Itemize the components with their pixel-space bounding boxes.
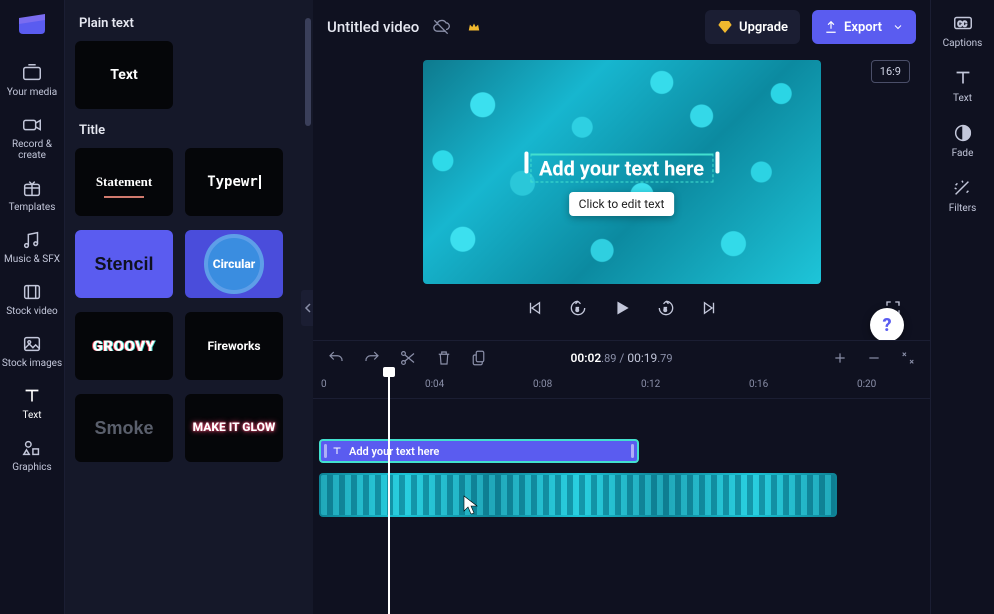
ruler-tick: 0:08: [533, 379, 552, 390]
nav-label: Stock images: [2, 358, 62, 369]
project-title[interactable]: Untitled video: [327, 18, 419, 36]
tool-label: Text: [953, 93, 972, 104]
tile-groovy[interactable]: GROOVY: [75, 312, 173, 380]
forward-5-icon[interactable]: 5: [656, 298, 676, 318]
play-icon[interactable]: [612, 298, 632, 318]
nav-label: Templates: [9, 202, 56, 213]
timecode-display: 00:02.89 / 00:19.79: [570, 351, 672, 365]
section-plain-text: Plain text: [79, 16, 303, 31]
diamond-icon: [717, 19, 733, 35]
help-icon: ?: [882, 315, 891, 336]
app-root: Your media Record & create Templates Mus…: [0, 0, 994, 614]
clip-handle-left[interactable]: [324, 444, 327, 458]
left-nav: Your media Record & create Templates Mus…: [0, 0, 65, 614]
right-tools: CC Captions Text Fade Filters: [930, 0, 994, 614]
tool-filters[interactable]: Filters: [949, 177, 977, 214]
edit-text-tooltip: Click to edit text: [569, 192, 675, 216]
svg-text:5: 5: [575, 307, 579, 313]
nav-label: Your media: [7, 87, 57, 98]
aspect-ratio-button[interactable]: 16:9: [871, 60, 910, 83]
app-logo-icon: [15, 8, 49, 36]
playhead[interactable]: [388, 375, 390, 614]
nav-label: Record & create: [0, 139, 65, 161]
redo-icon[interactable]: [363, 349, 381, 367]
svg-text:CC: CC: [957, 20, 967, 29]
nav-label: Graphics: [12, 462, 51, 473]
tool-label: Fade: [952, 148, 974, 159]
panel-scrollbar[interactable]: [305, 18, 311, 126]
skip-end-icon[interactable]: [700, 299, 718, 317]
tool-label: Captions: [943, 38, 983, 49]
premium-crown-icon: [467, 20, 481, 34]
tile-typewriter[interactable]: Typewr: [185, 148, 283, 216]
chevron-left-icon: [304, 303, 312, 313]
nav-label: Text: [22, 410, 41, 421]
transport-controls: 5 5: [313, 290, 930, 326]
nav-templates[interactable]: Templates: [0, 169, 65, 221]
skip-start-icon[interactable]: [526, 299, 544, 317]
timeline: 00:02.89 / 00:19.79 0 0:04 0:08 0:12 0:1…: [313, 340, 930, 614]
nav-text[interactable]: Text: [0, 377, 65, 429]
text-overlay[interactable]: Add your text here: [530, 153, 713, 182]
upload-icon: [824, 20, 838, 34]
clip-handle-right[interactable]: [631, 444, 634, 458]
ruler-tick: 0:16: [749, 379, 768, 390]
nav-stock-video[interactable]: Stock video: [0, 273, 65, 325]
clip-label: Add your text here: [349, 445, 439, 458]
nav-music-sfx[interactable]: Music & SFX: [0, 221, 65, 273]
svg-text:5: 5: [663, 307, 667, 313]
tile-smoke[interactable]: Smoke: [75, 394, 173, 462]
undo-icon[interactable]: [327, 349, 345, 367]
zoom-in-icon[interactable]: [832, 350, 848, 366]
nav-label: Stock video: [6, 306, 58, 317]
zoom-out-icon[interactable]: [866, 350, 882, 366]
timeline-ruler[interactable]: 0 0:04 0:08 0:12 0:16 0:20: [313, 375, 930, 399]
timeline-toolbar: 00:02.89 / 00:19.79: [313, 341, 930, 375]
panel-collapse-button[interactable]: [301, 290, 313, 326]
video-clip[interactable]: [319, 473, 837, 517]
clip-thumbnails: [321, 475, 835, 515]
preview-area: 16:9 Add your text here Click to edit te…: [313, 54, 930, 340]
help-button[interactable]: ?: [870, 308, 904, 342]
tile-plain-text[interactable]: Text: [75, 41, 173, 109]
export-button[interactable]: Export: [812, 10, 916, 44]
nav-graphics[interactable]: Graphics: [0, 429, 65, 481]
ruler-tick: 0:20: [857, 379, 876, 390]
chevron-down-icon: [892, 21, 904, 33]
split-icon[interactable]: [399, 349, 417, 367]
delete-icon[interactable]: [435, 349, 453, 367]
nav-your-media[interactable]: Your media: [0, 54, 65, 106]
tile-circular[interactable]: Circular: [185, 230, 283, 298]
fit-icon[interactable]: [900, 350, 916, 366]
timeline-tracks[interactable]: Add your text here: [313, 399, 930, 614]
tile-make-it-glow[interactable]: MAKE IT GLOW: [185, 394, 283, 462]
tool-text[interactable]: Text: [952, 67, 974, 104]
duplicate-icon[interactable]: [471, 349, 489, 367]
overlay-text-content: Add your text here: [539, 156, 704, 180]
ruler-tick: 0:04: [425, 379, 444, 390]
tile-stencil[interactable]: Stencil: [75, 230, 173, 298]
nav-stock-images[interactable]: Stock images: [0, 325, 65, 377]
cloud-off-icon[interactable]: [431, 17, 451, 37]
text-icon: [331, 445, 343, 457]
upgrade-button[interactable]: Upgrade: [705, 10, 800, 44]
ruler-tick: 0: [321, 379, 327, 390]
text-clip[interactable]: Add your text here: [319, 439, 639, 463]
tool-captions[interactable]: CC Captions: [943, 12, 983, 49]
ruler-tick: 0:12: [641, 379, 660, 390]
tile-statement[interactable]: Statement: [75, 148, 173, 216]
main-area: Untitled video Upgrade Export 16:9 Add y…: [313, 0, 930, 614]
nav-record-create[interactable]: Record & create: [0, 106, 65, 169]
rewind-5-icon[interactable]: 5: [568, 298, 588, 318]
preview-canvas[interactable]: Add your text here Click to edit text: [423, 60, 821, 284]
tool-label: Filters: [949, 203, 977, 214]
topbar: Untitled video Upgrade Export: [313, 0, 930, 54]
text-panel: Plain text Text Title Statement Typewr S…: [65, 0, 313, 614]
section-title: Title: [79, 123, 303, 138]
tool-fade[interactable]: Fade: [952, 122, 974, 159]
nav-label: Music & SFX: [4, 254, 60, 265]
tile-fireworks[interactable]: Fireworks: [185, 312, 283, 380]
